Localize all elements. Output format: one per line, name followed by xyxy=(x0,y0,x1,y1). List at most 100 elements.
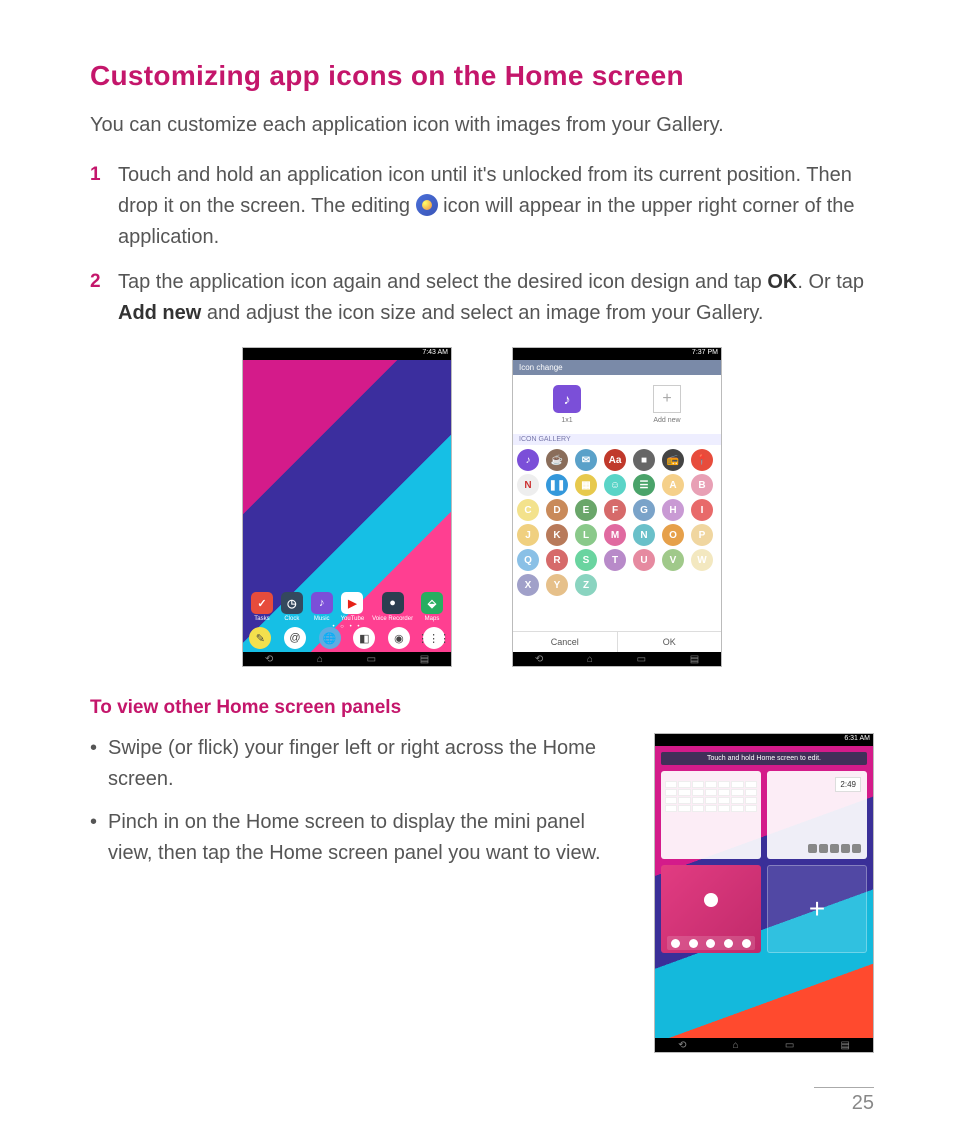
gallery-icon[interactable]: 📻 xyxy=(662,449,684,471)
nav-recent-icon[interactable]: ▭ xyxy=(637,654,646,665)
tray-icon[interactable]: @ xyxy=(284,627,306,649)
gallery-icon[interactable]: M xyxy=(604,524,626,546)
step-number: 2 xyxy=(90,267,118,329)
current-icon[interactable]: ♪ xyxy=(553,385,581,413)
app-youtube[interactable]: ▶YouTube xyxy=(341,592,365,622)
gallery-icon[interactable]: ☰ xyxy=(633,474,655,496)
gallery-icon[interactable]: O xyxy=(662,524,684,546)
nav-home-icon[interactable]: ⌂ xyxy=(733,1040,739,1051)
gallery-icon[interactable]: W xyxy=(691,549,713,571)
gallery-icon[interactable]: I xyxy=(691,499,713,521)
gallery-icon[interactable]: A xyxy=(662,474,684,496)
screenshot-panels: 6:31 AM Touch and hold Home screen to ed… xyxy=(654,733,874,1053)
nav-recent-icon[interactable]: ▭ xyxy=(367,654,376,665)
panel-thumbnail[interactable]: 2:49 xyxy=(767,771,867,859)
nav-recent-icon[interactable]: ▭ xyxy=(785,1040,794,1051)
gallery-icon[interactable]: ♪ xyxy=(517,449,539,471)
tray-icon[interactable]: ◧ xyxy=(353,627,375,649)
gallery-icon[interactable]: ▦ xyxy=(575,474,597,496)
dialog-header: Icon change xyxy=(513,360,721,375)
add-new-button[interactable]: + xyxy=(653,385,681,413)
gallery-icon[interactable]: B xyxy=(691,474,713,496)
intro-text: You can customize each application icon … xyxy=(90,110,874,140)
nav-home-icon[interactable]: ⌂ xyxy=(587,654,593,665)
step2-post: and adjust the icon size and select an i… xyxy=(201,302,763,324)
gallery-icon[interactable]: 📍 xyxy=(691,449,713,471)
gallery-icon[interactable]: D xyxy=(546,499,568,521)
gallery-icon[interactable]: E xyxy=(575,499,597,521)
step2-mid: . Or tap xyxy=(797,271,864,293)
status-time: 7:43 AM xyxy=(422,349,448,356)
edit-badge-icon xyxy=(416,194,438,216)
gallery-icon[interactable]: L xyxy=(575,524,597,546)
status-bar: 7:37 PM xyxy=(513,348,721,360)
tray-icon[interactable]: ⋮⋮⋮ xyxy=(423,627,445,649)
clock-widget: 2:49 xyxy=(835,777,861,792)
gallery-icon[interactable]: J xyxy=(517,524,539,546)
nav-home-icon[interactable]: ⌂ xyxy=(317,654,323,665)
tray-icon[interactable]: ✎ xyxy=(249,627,271,649)
addnew-bold: Add new xyxy=(118,302,201,324)
gallery-icon[interactable]: N xyxy=(633,524,655,546)
gallery-icon[interactable]: X xyxy=(517,574,539,596)
panel-thumbnail[interactable] xyxy=(661,865,761,953)
app-music[interactable]: ♪Music xyxy=(311,592,333,622)
step-1: 1 Touch and hold an application icon unt… xyxy=(90,160,874,253)
gallery-icon[interactable]: C xyxy=(517,499,539,521)
subheading: To view other Home screen panels xyxy=(90,697,874,719)
gallery-icon[interactable]: R xyxy=(546,549,568,571)
bullet-dot: • xyxy=(90,807,108,869)
gallery-icon[interactable]: Z xyxy=(575,574,597,596)
gallery-icon[interactable]: H xyxy=(662,499,684,521)
cancel-button[interactable]: Cancel xyxy=(513,632,618,652)
gallery-icon[interactable]: ☕ xyxy=(546,449,568,471)
gallery-icon[interactable]: Y xyxy=(546,574,568,596)
status-bar: 7:43 AM xyxy=(243,348,451,360)
bullet-text: Pinch in on the Home screen to display t… xyxy=(108,807,634,869)
nav-menu-icon[interactable]: ▤ xyxy=(420,654,429,665)
app-maps[interactable]: ⬙Maps xyxy=(421,592,443,622)
gallery-icon[interactable]: K xyxy=(546,524,568,546)
gallery-icon[interactable]: ❚❚ xyxy=(546,474,568,496)
edit-hint: Touch and hold Home screen to edit. xyxy=(661,752,867,765)
gallery-icon[interactable]: P xyxy=(691,524,713,546)
app-clock[interactable]: ◷Clock xyxy=(281,592,303,622)
gallery-icon[interactable]: G xyxy=(633,499,655,521)
gallery-header: ICON GALLERY xyxy=(513,434,721,445)
page-number: 25 xyxy=(814,1087,874,1115)
gallery-icon[interactable]: ✉ xyxy=(575,449,597,471)
nav-back-icon[interactable]: ⟲ xyxy=(535,654,543,665)
app-tasks[interactable]: ✓Tasks xyxy=(251,592,273,622)
gallery-icon[interactable]: ■ xyxy=(633,449,655,471)
add-panel-button[interactable]: + xyxy=(767,865,867,953)
nav-back-icon[interactable]: ⟲ xyxy=(678,1040,686,1051)
gallery-icon[interactable]: Aa xyxy=(604,449,626,471)
panel-thumbnail[interactable] xyxy=(661,771,761,859)
status-time: 7:37 PM xyxy=(692,349,718,356)
app-voice-recorder[interactable]: ●Voice Recorder xyxy=(372,592,413,622)
step2-pre: Tap the application icon again and selec… xyxy=(118,271,767,293)
step-2: 2 Tap the application icon again and sel… xyxy=(90,267,874,329)
nav-menu-icon[interactable]: ▤ xyxy=(690,654,699,665)
gallery-icon[interactable]: T xyxy=(604,549,626,571)
size-label: 1x1 xyxy=(561,417,572,424)
screenshot-icon-change: 7:37 PM Icon change ♪ 1x1 + Add new ICON… xyxy=(512,347,722,667)
page-heading: Customizing app icons on the Home screen xyxy=(90,60,874,92)
gallery-icon[interactable]: U xyxy=(633,549,655,571)
gallery-icon[interactable]: V xyxy=(662,549,684,571)
gallery-icon[interactable]: ☺ xyxy=(604,474,626,496)
gallery-icon[interactable]: S xyxy=(575,549,597,571)
gallery-icon[interactable]: F xyxy=(604,499,626,521)
nav-menu-icon[interactable]: ▤ xyxy=(840,1040,849,1051)
ok-button[interactable]: OK xyxy=(618,632,722,652)
status-bar: 6:31 AM xyxy=(655,734,873,746)
tray-icon[interactable]: ◉ xyxy=(388,627,410,649)
screenshot-home: 7:43 AM ✓Tasks ◷Clock ♪Music ▶YouTube ●Voice… xyxy=(242,347,452,667)
gallery-icon[interactable]: N xyxy=(517,474,539,496)
tray-icon[interactable]: 🌐 xyxy=(319,627,341,649)
status-time: 6:31 AM xyxy=(844,735,870,742)
gallery-icon[interactable]: Q xyxy=(517,549,539,571)
bullet-dot: • xyxy=(90,733,108,795)
nav-back-icon[interactable]: ⟲ xyxy=(265,654,273,665)
addnew-label: Add new xyxy=(653,417,680,424)
